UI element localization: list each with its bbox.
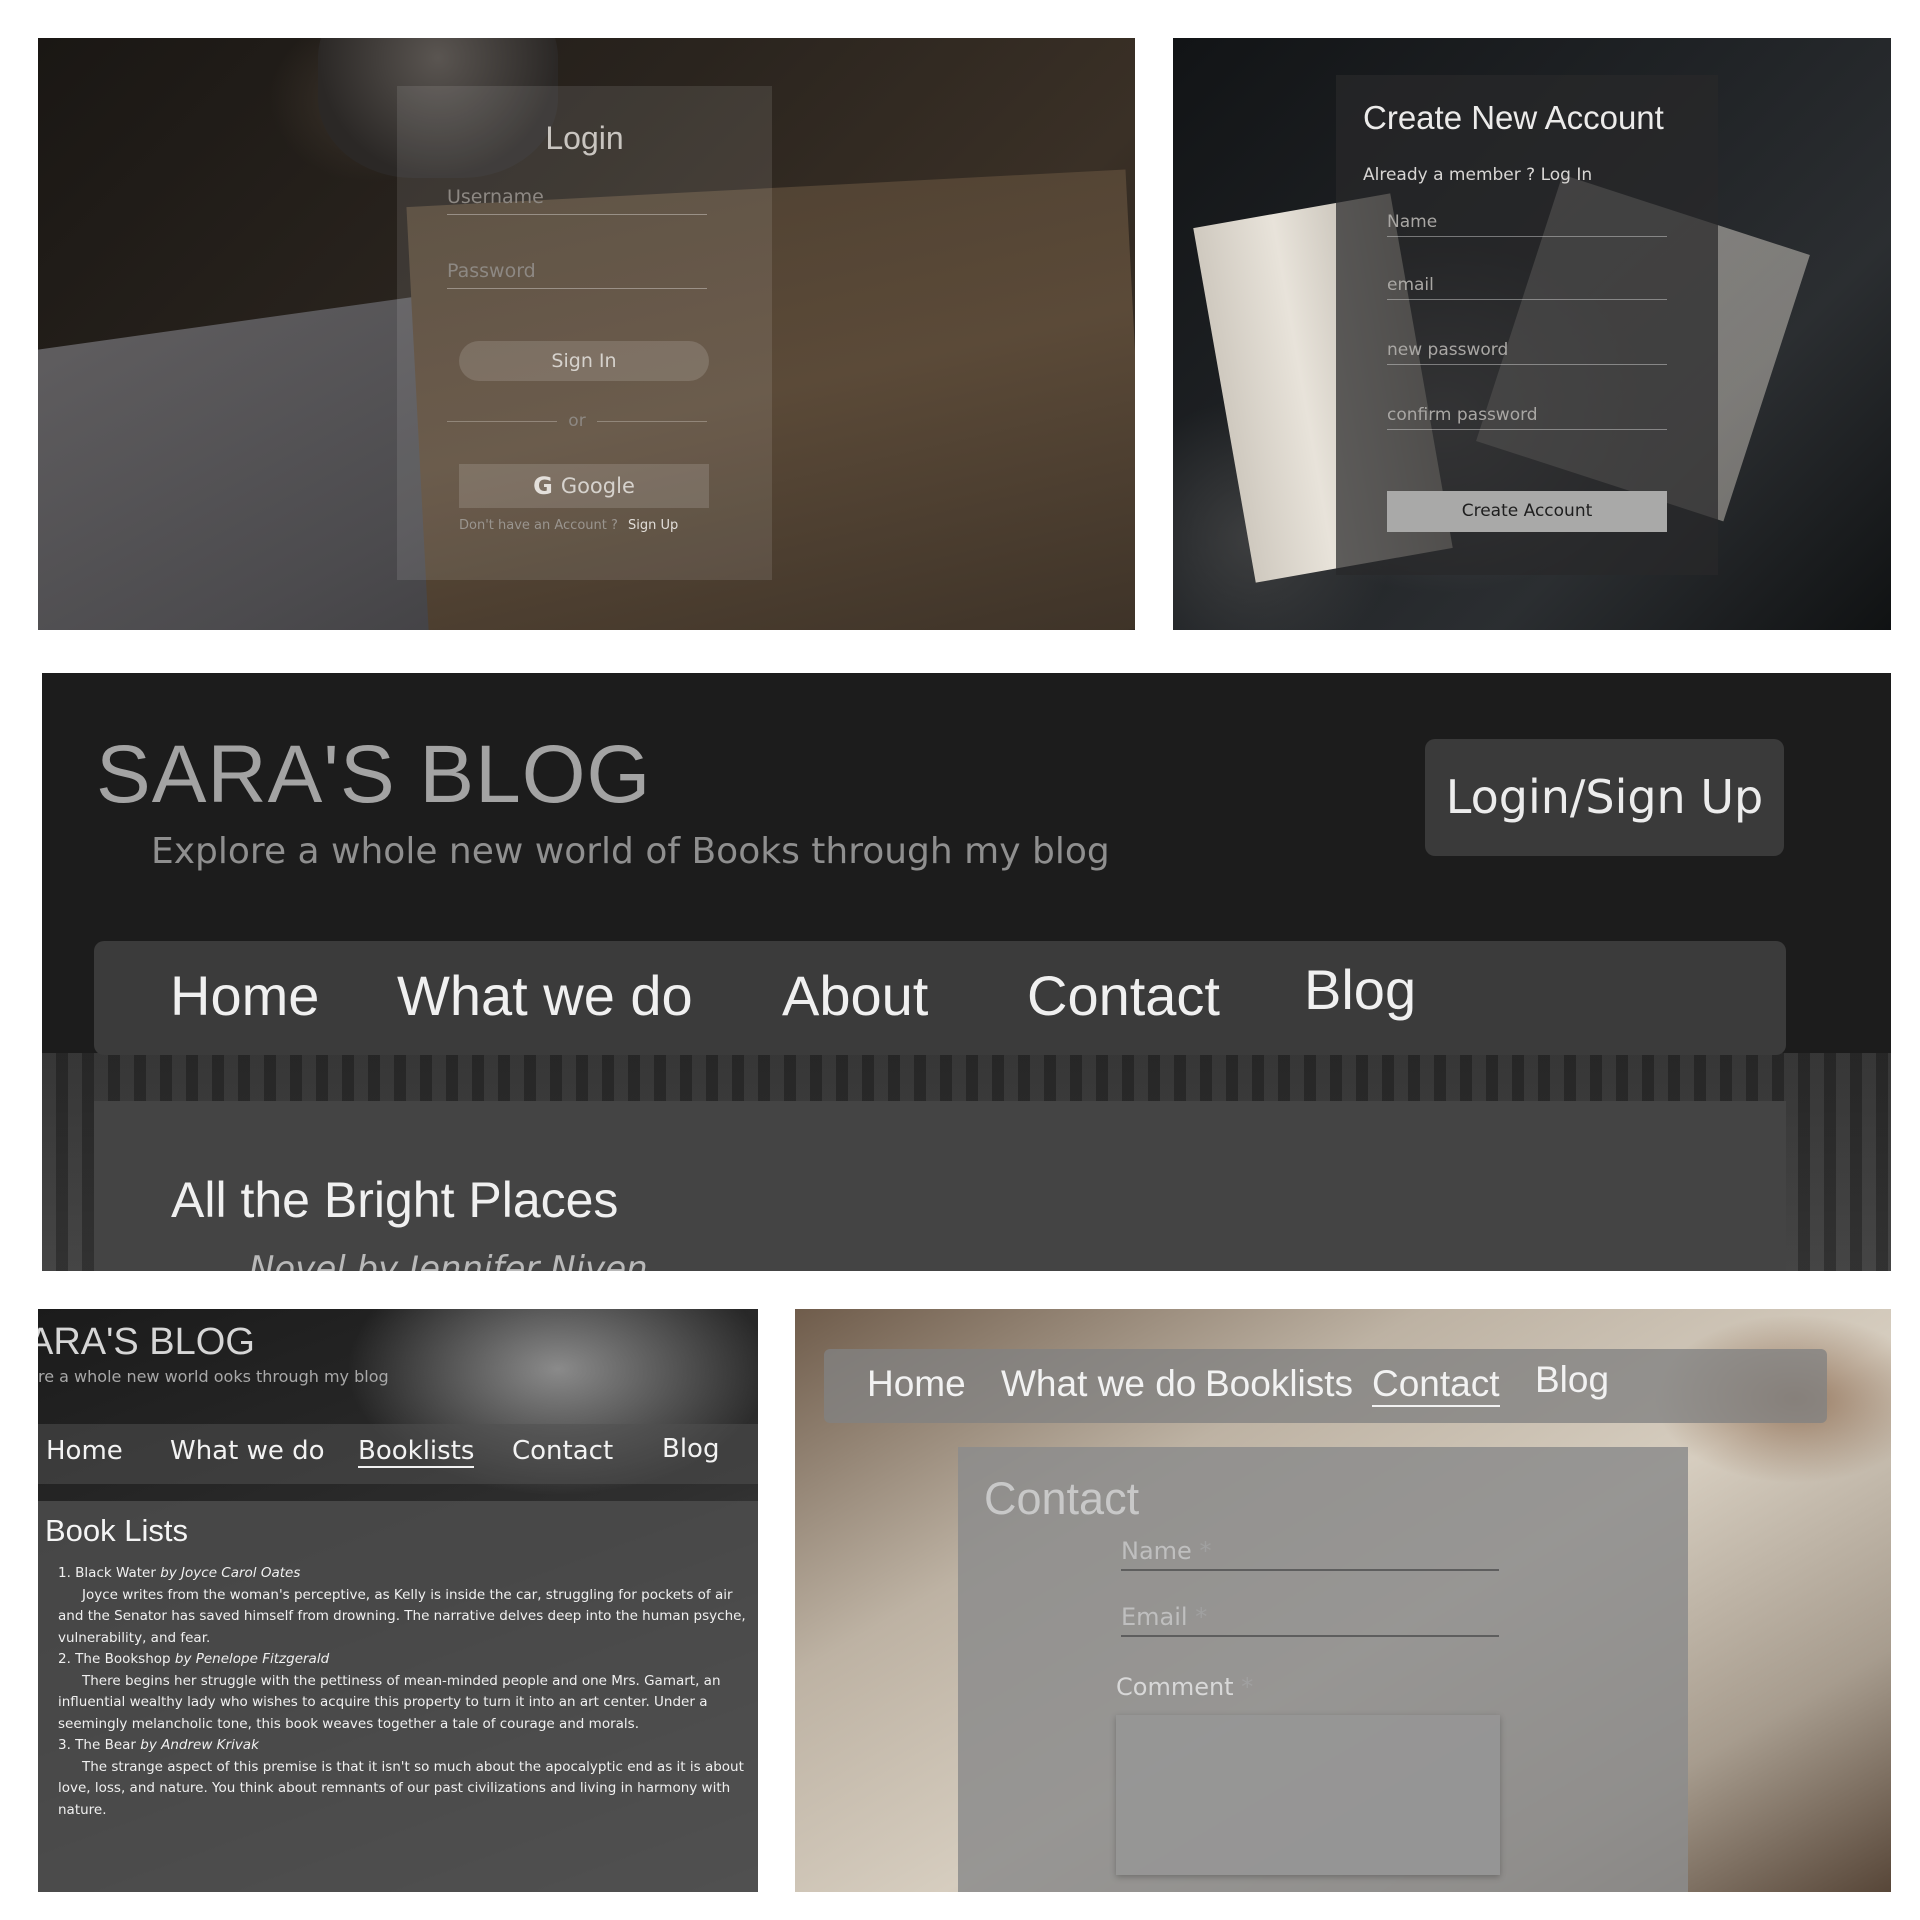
email-label: Email	[1121, 1603, 1188, 1631]
book-description: Joyce writes from the woman's perceptive…	[58, 1586, 746, 1646]
book-author: by Penelope Fitzgerald	[174, 1651, 330, 1667]
main-nav: Home What we do About Contact Blog	[94, 941, 1786, 1055]
nav-home[interactable]: Home	[867, 1363, 966, 1405]
email-input[interactable]: email	[1387, 275, 1667, 300]
blog-header-panel: SARA'S BLOG Explore a whole new world of…	[42, 673, 1891, 1271]
signup-prompt: Don't have an Account ? Sign Up	[459, 518, 739, 533]
nav-contact[interactable]: Contact	[512, 1436, 613, 1466]
required-mark: *	[1241, 1673, 1254, 1701]
login-signup-button[interactable]: Login/Sign Up	[1425, 739, 1784, 856]
password-input[interactable]: Password	[447, 260, 707, 289]
required-mark: *	[1199, 1537, 1212, 1565]
book-list: 1. Black Water by Joyce Carol Oates Joyc…	[58, 1563, 748, 1821]
create-account-button[interactable]: Create Account	[1387, 491, 1667, 532]
site-title: SARA'S BLOG	[96, 729, 652, 820]
list-item: 2. The Bookshop by Penelope Fitzgerald	[58, 1649, 748, 1671]
google-sign-in-button[interactable]: G Google	[459, 464, 709, 508]
book-description: The strange aspect of this premise is th…	[58, 1758, 744, 1818]
book-title: 2. The Bookshop	[58, 1651, 171, 1667]
nav-booklists[interactable]: Booklists	[1205, 1363, 1353, 1405]
login-card: Login Username Password Sign In or G Goo…	[397, 86, 772, 580]
post-card: All the Bright Places Novel by Jennifer …	[94, 1101, 1786, 1271]
book-title: 3. The Bear	[58, 1737, 136, 1753]
email-field[interactable]: Email *	[1121, 1603, 1499, 1637]
name-label: Name	[1121, 1537, 1192, 1565]
login-panel: Login Username Password Sign In or G Goo…	[38, 38, 1135, 630]
new-password-input[interactable]: new password	[1387, 340, 1667, 365]
book-title: 1. Black Water	[58, 1565, 156, 1581]
site-tagline: Explore a whole new world of Books throu…	[151, 831, 1110, 872]
site-tagline: re a whole new world ooks through my blo…	[38, 1367, 389, 1386]
booklists-content: Book Lists 1. Black Water by Joyce Carol…	[38, 1501, 758, 1892]
booklists-panel: ARA'S BLOG re a whole new world ooks thr…	[38, 1309, 758, 1892]
confirm-password-input[interactable]: confirm password	[1387, 405, 1667, 430]
nav-booklists[interactable]: Booklists	[358, 1436, 475, 1468]
main-nav: Home What we do Booklists Contact Blog	[38, 1424, 758, 1484]
create-account-title: Create New Account	[1363, 99, 1664, 136]
sign-up-link[interactable]: Sign Up	[628, 518, 678, 533]
book-author: by Andrew Krivak	[140, 1737, 259, 1753]
divider-line	[447, 421, 557, 422]
google-label: Google	[560, 474, 635, 498]
login-title: Login	[545, 120, 624, 156]
sign-in-button[interactable]: Sign In	[459, 341, 709, 381]
nav-home[interactable]: Home	[170, 963, 319, 1028]
no-account-text: Don't have an Account ?	[459, 518, 618, 533]
nav-what-we-do[interactable]: What we do	[1001, 1363, 1196, 1405]
name-input[interactable]: Name	[1387, 212, 1667, 237]
nav-home[interactable]: Home	[46, 1436, 123, 1466]
nav-what-we-do[interactable]: What we do	[170, 1436, 325, 1466]
nav-contact[interactable]: Contact	[1372, 1363, 1500, 1407]
comment-label: Comment *	[1116, 1673, 1253, 1701]
nav-blog[interactable]: Blog	[1535, 1359, 1609, 1401]
list-item: 3. The Bear by Andrew Krivak	[58, 1735, 748, 1757]
nav-about[interactable]: About	[782, 963, 928, 1028]
login-link[interactable]: Already a member ? Log In	[1363, 165, 1592, 185]
nav-blog[interactable]: Blog	[1304, 957, 1416, 1022]
list-item: 1. Black Water by Joyce Carol Oates	[58, 1563, 748, 1585]
contact-title: Contact	[984, 1473, 1140, 1524]
or-divider: or	[447, 411, 707, 431]
create-account-card: Create New Account Already a member ? Lo…	[1336, 75, 1718, 575]
post-title[interactable]: All the Bright Places	[171, 1171, 618, 1229]
nav-blog[interactable]: Blog	[662, 1434, 719, 1464]
book-author: by Joyce Carol Oates	[160, 1565, 301, 1581]
book-description: There begins her struggle with the petti…	[58, 1672, 721, 1732]
post-subtitle: Novel by Jennifer Niven	[249, 1249, 648, 1271]
name-field[interactable]: Name *	[1121, 1537, 1499, 1571]
required-mark: *	[1195, 1603, 1208, 1631]
username-input[interactable]: Username	[447, 186, 707, 215]
contact-panel: Home What we do Booklists Contact Blog C…	[795, 1309, 1891, 1892]
create-account-panel: Create New Account Already a member ? Lo…	[1173, 38, 1891, 630]
booklists-heading: Book Lists	[45, 1513, 189, 1548]
nav-contact[interactable]: Contact	[1027, 963, 1220, 1028]
google-icon: G	[533, 472, 553, 500]
main-nav: Home What we do Booklists Contact Blog	[824, 1349, 1827, 1423]
site-title: ARA'S BLOG	[38, 1321, 255, 1363]
divider-line	[597, 421, 707, 422]
comment-label-text: Comment	[1116, 1673, 1234, 1701]
contact-form-card: Contact Name * Email * Comment *	[958, 1447, 1688, 1892]
comment-textarea[interactable]	[1116, 1715, 1500, 1875]
nav-what-we-do[interactable]: What we do	[397, 963, 693, 1028]
or-label: or	[568, 411, 586, 431]
